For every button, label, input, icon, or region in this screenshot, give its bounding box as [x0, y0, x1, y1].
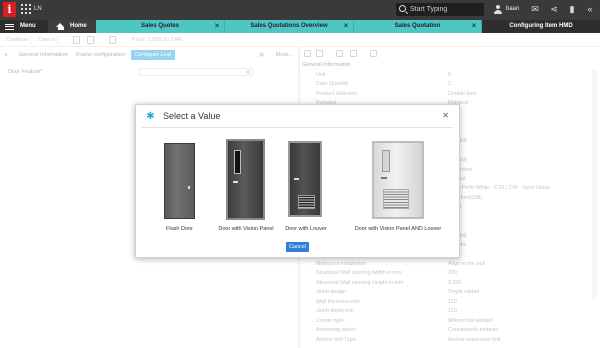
tab-sales-quotation[interactable]: Sales Quotation ✕ [354, 20, 482, 33]
global-search[interactable] [396, 3, 484, 16]
option-label: Flush Door [166, 226, 193, 232]
tab-configuring-item[interactable]: Configuring Item HMD [482, 20, 600, 33]
close-icon[interactable]: ✕ [471, 20, 477, 33]
dialog-header: ✱ Select a Value ✕ [136, 105, 459, 127]
tab-home[interactable]: Home [48, 20, 96, 33]
collapse-icon[interactable]: « [585, 4, 595, 15]
close-icon[interactable]: ✕ [343, 20, 349, 33]
app-launcher-icon[interactable] [21, 4, 31, 14]
option-label: Door with Vision Panel [218, 226, 274, 232]
gear-icon: ✱ [146, 111, 155, 122]
search-input[interactable] [410, 4, 480, 15]
tab-sales-quotations-overview-label: Sales Quotations Overview [250, 23, 328, 29]
infor-logo[interactable]: i [3, 2, 16, 17]
top-bar: i LN baan ✉ ⋖ ▮ « [0, 0, 600, 20]
select-value-dialog: ✱ Select a Value ✕ Flush Door Door with … [135, 104, 460, 258]
home-icon [56, 23, 65, 30]
option-label: Door with Vision Panel AND Louver [354, 226, 442, 232]
tab-menu-label: Menu [20, 23, 36, 29]
dialog-divider [142, 127, 453, 128]
tab-row: Menu Home Sales Quotes ✕ Sales Quotation… [0, 20, 600, 33]
bookmark-icon[interactable]: ▮ [567, 4, 577, 15]
mail-icon[interactable]: ✉ [530, 4, 540, 15]
username[interactable]: baan [506, 6, 519, 12]
cancel-button[interactable]: Cancel [286, 242, 309, 252]
close-icon[interactable]: ✕ [442, 111, 449, 120]
tab-sales-quotation-label: Sales Quotation [394, 23, 441, 29]
hamburger-icon [5, 24, 14, 30]
tab-sales-quotes[interactable]: Sales Quotes ✕ [96, 20, 225, 33]
user-icon[interactable] [494, 5, 502, 14]
tab-sales-quotations-overview[interactable]: Sales Quotations Overview ✕ [225, 20, 354, 33]
app-code: LN [34, 6, 42, 12]
tab-configuring-item-label: Configuring Item HMD [509, 23, 573, 29]
tab-sales-quotes-label: Sales Quotes [140, 23, 179, 29]
dialog-title: Select a Value [163, 111, 221, 121]
share-icon[interactable]: ⋖ [549, 4, 559, 15]
close-icon[interactable]: ✕ [214, 20, 220, 33]
search-icon [399, 5, 406, 12]
tab-home-label: Home [70, 23, 87, 29]
tab-menu[interactable]: Menu [0, 20, 48, 33]
option-label: Door with Louver [285, 226, 327, 232]
